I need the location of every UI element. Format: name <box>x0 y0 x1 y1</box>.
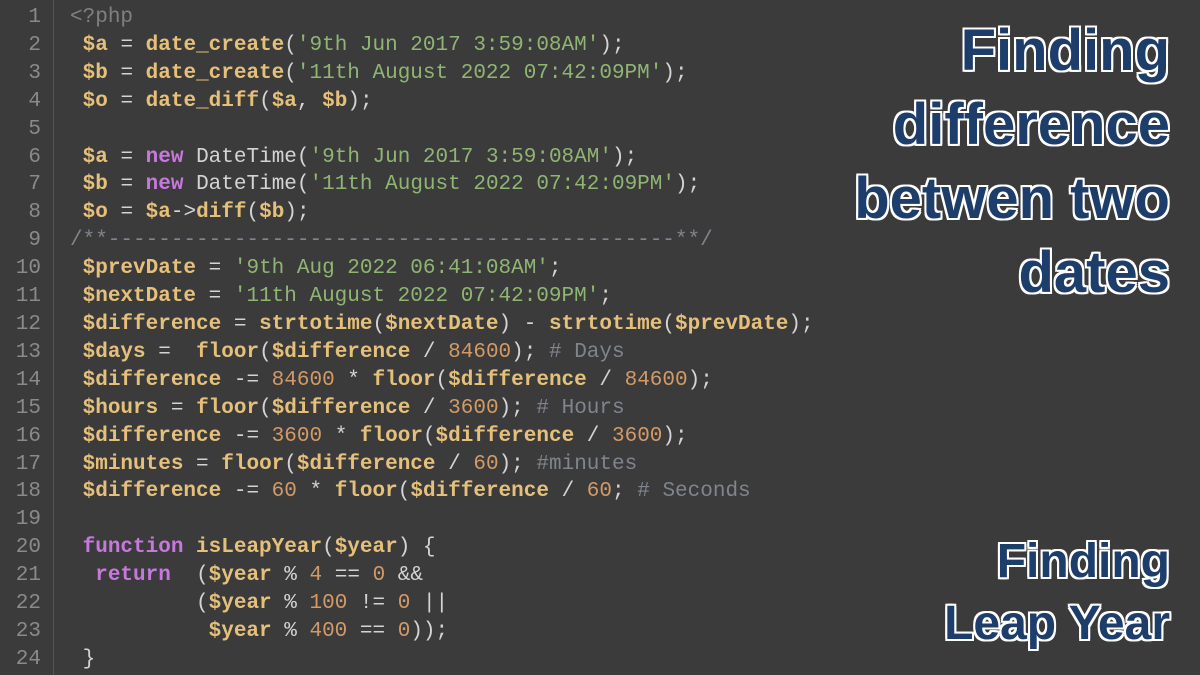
line-num: 6 <box>8 144 41 172</box>
line-num: 22 <box>8 590 41 618</box>
line-num: 8 <box>8 199 41 227</box>
line-num: 14 <box>8 367 41 395</box>
line-num: 18 <box>8 478 41 506</box>
code-editor: 1 2 3 4 5 6 7 8 9 10 11 12 13 14 15 16 1… <box>0 0 1200 675</box>
line-num: 5 <box>8 116 41 144</box>
line-num: 4 <box>8 88 41 116</box>
line-num: 10 <box>8 255 41 283</box>
line-num: 13 <box>8 339 41 367</box>
line-num: 12 <box>8 311 41 339</box>
line-num: 16 <box>8 423 41 451</box>
line-num: 21 <box>8 562 41 590</box>
line-num: 23 <box>8 618 41 646</box>
line-num: 19 <box>8 506 41 534</box>
line-num: 17 <box>8 451 41 479</box>
line-num: 24 <box>8 646 41 674</box>
php-open-tag: <? <box>70 6 95 29</box>
line-num: 9 <box>8 227 41 255</box>
line-number-gutter: 1 2 3 4 5 6 7 8 9 10 11 12 13 14 15 16 1… <box>0 0 54 675</box>
line-num: 15 <box>8 395 41 423</box>
line-num: 11 <box>8 283 41 311</box>
line-num: 2 <box>8 32 41 60</box>
line-num: 1 <box>8 4 41 32</box>
line-num: 7 <box>8 171 41 199</box>
line-num: 20 <box>8 534 41 562</box>
line-num: 3 <box>8 60 41 88</box>
code-area[interactable]: <?php $a = date_create('9th Jun 2017 3:5… <box>54 0 1200 675</box>
